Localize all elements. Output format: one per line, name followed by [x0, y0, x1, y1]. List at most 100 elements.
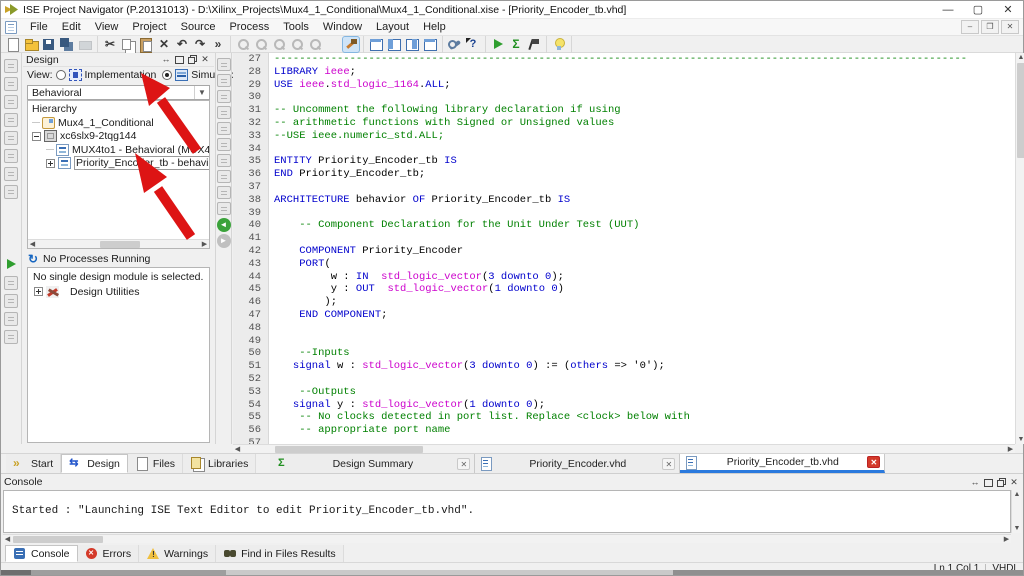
- scroll-down-icon[interactable]: ▼: [1012, 524, 1022, 533]
- scroll-up-icon[interactable]: ▲: [1016, 53, 1024, 62]
- add-source-icon[interactable]: [4, 77, 18, 91]
- layout-icon[interactable]: [4, 185, 18, 199]
- tab-libraries[interactable]: Libraries: [183, 454, 256, 473]
- mdi-close-button[interactable]: ✕: [1001, 20, 1019, 34]
- zoom-in-icon[interactable]: [235, 37, 251, 52]
- panel-maximize-icon[interactable]: [982, 477, 994, 488]
- rerun-all-icon[interactable]: [4, 294, 18, 308]
- tab-design[interactable]: ⇆Design: [61, 454, 128, 473]
- tree-node-mux4to1[interactable]: MUX4to1 - Behavioral (MUX4to1.vhd): [28, 143, 209, 157]
- scroll-down-icon[interactable]: ▼: [1016, 435, 1024, 444]
- editor-hscrollbar[interactable]: ◀ ▶: [233, 444, 1015, 453]
- process-node-design-utilities[interactable]: Design Utilities: [28, 285, 209, 299]
- bookmark-icon[interactable]: [217, 122, 231, 135]
- console-tab-errors[interactable]: Errors: [78, 545, 140, 562]
- menu-layout[interactable]: Layout: [369, 21, 416, 33]
- editor-vscrollbar[interactable]: ▲ ▼: [1015, 53, 1024, 444]
- add-copy-of-source-icon[interactable]: [4, 95, 18, 109]
- maximize-button[interactable]: ▢: [963, 1, 993, 19]
- view-report-icon[interactable]: [325, 37, 341, 52]
- tree-node-priority_encoder_tb[interactable]: Priority_Encoder_tb - behavior (Priority…: [28, 157, 209, 171]
- run-icon[interactable]: [490, 37, 506, 52]
- tab-files[interactable]: Files: [128, 454, 183, 473]
- menu-process[interactable]: Process: [222, 21, 276, 33]
- collapse-minus-icon[interactable]: [32, 132, 41, 141]
- editor-mode-icon[interactable]: [343, 37, 359, 52]
- console-tab-console[interactable]: Console: [5, 545, 78, 562]
- close-icon[interactable]: ✕: [662, 458, 675, 470]
- hint-lightbulb-icon[interactable]: [551, 37, 567, 52]
- doc-tab-design-summary[interactable]: ΣDesign Summary✕: [270, 454, 475, 473]
- panel-dock-icon[interactable]: ↔: [969, 477, 981, 488]
- scroll-left-icon[interactable]: ◀: [28, 240, 37, 249]
- tile-vertical-icon[interactable]: [404, 37, 420, 52]
- project-archive-icon[interactable]: [4, 149, 18, 163]
- minimize-button[interactable]: —: [933, 1, 963, 19]
- goto-line-icon[interactable]: [217, 170, 231, 183]
- delete-icon[interactable]: ✕: [156, 37, 172, 52]
- doc-tab-priority-encoder-vhd[interactable]: Priority_Encoder.vhd✕: [475, 454, 680, 473]
- close-button[interactable]: ✕: [993, 1, 1023, 19]
- implementation-radio[interactable]: [56, 70, 66, 80]
- hierarchy-hscrollbar[interactable]: ◀ ▶: [28, 239, 209, 248]
- menu-project[interactable]: Project: [125, 21, 173, 33]
- console-vscrollbar[interactable]: ▲ ▼: [1011, 490, 1021, 533]
- menu-window[interactable]: Window: [316, 21, 369, 33]
- rerun-icon[interactable]: [4, 276, 18, 290]
- mdi-minimize-button[interactable]: –: [961, 20, 979, 34]
- cascade-windows-icon[interactable]: [368, 37, 384, 52]
- prev-bookmark-icon[interactable]: [217, 154, 231, 167]
- scroll-right-icon[interactable]: ▶: [1002, 535, 1011, 544]
- undo-icon[interactable]: ↶: [174, 37, 190, 52]
- console-output[interactable]: Started : "Launching ISE Text Editor to …: [3, 490, 1011, 533]
- panel-float-icon[interactable]: [995, 477, 1007, 488]
- expand-plus-icon[interactable]: [46, 159, 55, 168]
- zoom-full-icon[interactable]: [271, 37, 287, 52]
- menu-help[interactable]: Help: [416, 21, 453, 33]
- new-window-icon[interactable]: [4, 59, 18, 73]
- panel-close-icon[interactable]: ✕: [199, 54, 211, 65]
- run-process-icon[interactable]: [3, 257, 19, 272]
- console-tab-find-in-files-results[interactable]: Find in Files Results: [216, 545, 344, 562]
- scroll-left-icon[interactable]: ◀: [3, 535, 12, 544]
- next-bookmark-icon[interactable]: [217, 138, 231, 151]
- panel-float-icon[interactable]: [186, 54, 198, 65]
- uncomment-icon[interactable]: [217, 106, 231, 119]
- settings-wrench-icon[interactable]: [447, 37, 463, 52]
- mdi-restore-button[interactable]: ❐: [981, 20, 999, 34]
- design-summary-icon[interactable]: Σ: [508, 37, 524, 52]
- print-icon[interactable]: [77, 37, 93, 52]
- paste-icon[interactable]: [138, 37, 154, 52]
- console-hscrollbar[interactable]: ◀ ▶: [3, 534, 1011, 543]
- menu-view[interactable]: View: [88, 21, 126, 33]
- simulation-radio[interactable]: [162, 70, 172, 80]
- save-all-icon[interactable]: [59, 37, 75, 52]
- new-project-icon[interactable]: [4, 113, 18, 127]
- zoom-out-icon[interactable]: [253, 37, 269, 52]
- code-editor[interactable]: 27--------------------------------------…: [233, 53, 1015, 444]
- menu-source[interactable]: Source: [174, 21, 223, 33]
- properties-icon[interactable]: [4, 167, 18, 181]
- toolbar-overflow-chevron[interactable]: »: [210, 37, 226, 52]
- open-project-icon[interactable]: [4, 131, 18, 145]
- snapshot-icon[interactable]: [526, 37, 542, 52]
- replace-icon[interactable]: [217, 202, 231, 215]
- tab-start[interactable]: »Start: [6, 454, 61, 473]
- expand-plus-icon[interactable]: [34, 287, 43, 296]
- open-file-icon[interactable]: [23, 37, 39, 52]
- doc-tab-priority-encoder-tb-vhd[interactable]: Priority_Encoder_tb.vhd✕: [680, 454, 885, 473]
- menu-file[interactable]: File: [23, 21, 55, 33]
- simulation-config-dropdown[interactable]: Behavioral ▼: [27, 85, 210, 100]
- copy-icon[interactable]: [120, 37, 136, 52]
- redo-icon[interactable]: ↷: [192, 37, 208, 52]
- new-file-icon[interactable]: [5, 37, 21, 52]
- close-icon[interactable]: ✕: [867, 456, 880, 468]
- close-icon[interactable]: ✕: [457, 458, 470, 470]
- menu-tools[interactable]: Tools: [276, 21, 316, 33]
- menu-edit[interactable]: Edit: [55, 21, 88, 33]
- tree-node-mux4_1_conditional[interactable]: Mux4_1_Conditional: [28, 116, 209, 130]
- find-icon[interactable]: [217, 186, 231, 199]
- nav-forward-icon[interactable]: [217, 234, 231, 247]
- process-properties-icon[interactable]: [4, 330, 18, 344]
- panel-dock-icon[interactable]: ↔: [160, 54, 172, 65]
